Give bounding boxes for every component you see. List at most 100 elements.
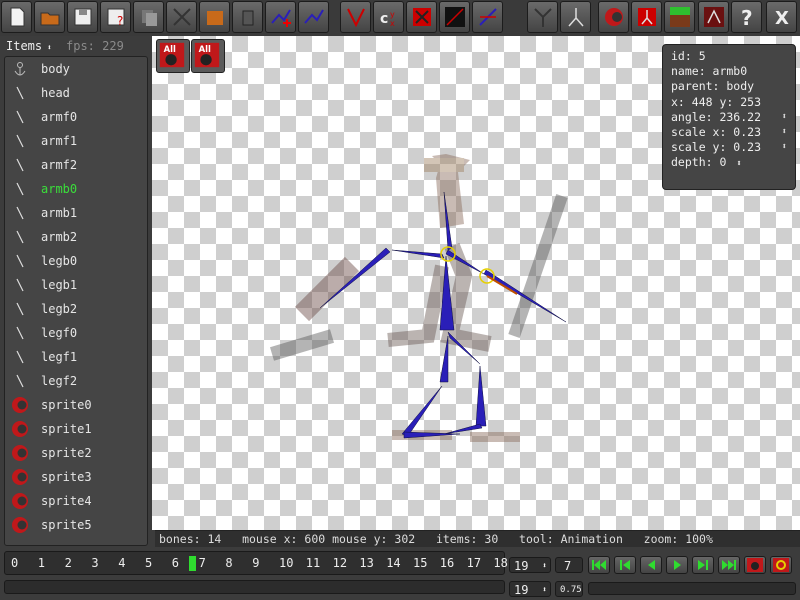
copy-icon[interactable] [133, 1, 164, 33]
open-folder-icon[interactable] [34, 1, 65, 33]
bone-scale-y-field[interactable]: scale y: 0.23 ⬍ [671, 140, 787, 155]
depth-stepper-icon[interactable]: ⬍ [736, 159, 741, 169]
bone-angle-field[interactable]: angle: 236.22 ⬍ [671, 110, 787, 125]
current-frame-field[interactable]: 7 [555, 557, 583, 573]
list-item[interactable]: armf0 [9, 106, 147, 128]
list-item[interactable]: legf2 [9, 370, 147, 392]
save-as-icon[interactable]: ? [100, 1, 131, 33]
list-item[interactable]: armf2 [9, 154, 147, 176]
list-item[interactable]: sprite5 [9, 514, 147, 536]
speed-field[interactable]: 0.75 [555, 581, 583, 597]
character-sprite [269, 154, 568, 442]
timeline[interactable]: 0 1 2 3 4 5 6 7 8 9 10 11 12 13 14 15 16 17 18 [4, 551, 508, 575]
keyframe-toggle-button[interactable] [744, 556, 766, 574]
loop-button[interactable] [770, 556, 792, 574]
close-icon[interactable]: X [766, 1, 797, 33]
timeline-tick: 7 [198, 556, 206, 570]
svg-text:x: x [390, 19, 395, 28]
frame-length-stepper-icon[interactable]: ⬍ [542, 582, 547, 598]
timeline-tick: 13 [359, 556, 374, 570]
first-frame-button[interactable] [588, 556, 610, 574]
timeline-tick: 15 [413, 556, 428, 570]
skeleton-tool-icon[interactable] [560, 1, 591, 33]
add-bone-icon[interactable] [265, 1, 296, 33]
list-item[interactable]: armb2 [9, 226, 147, 248]
help-icon[interactable]: ? [731, 1, 762, 33]
frame-count-stepper-icon[interactable]: ⬍ [542, 558, 547, 574]
save-icon[interactable] [67, 1, 98, 33]
bone-position: x: 448 y: 253 [671, 94, 762, 109]
bone-scale-x: scale x: 0.23 [671, 125, 762, 140]
prev-frame-button[interactable] [640, 556, 662, 574]
timeline-tick: 0 [11, 556, 19, 570]
list-item[interactable]: armf1 [9, 130, 147, 152]
play-icon [674, 560, 681, 570]
status-bar: bones: 14 mouse x: 600 mouse y: 302 item… [155, 530, 800, 547]
bone-chain-icon[interactable] [298, 1, 329, 33]
bone-icon [9, 130, 31, 152]
list-item[interactable]: sprite2 [9, 442, 147, 464]
list-item[interactable]: legb0 [9, 250, 147, 272]
timeline-tick: 16 [439, 556, 455, 570]
bone-icon [9, 106, 31, 128]
list-item[interactable]: sprite4 [9, 490, 147, 512]
new-file-icon[interactable] [1, 1, 32, 33]
list-item[interactable]: sprite0 [9, 394, 147, 416]
fps-readout: fps: 229 [66, 39, 124, 53]
selected-bone[interactable] [486, 275, 518, 295]
list-item[interactable]: legf1 [9, 346, 147, 368]
list-item-label: armf1 [41, 134, 78, 148]
line-tool-icon[interactable] [439, 1, 470, 33]
list-item[interactable]: armb1 [9, 202, 147, 224]
last-frame-button[interactable] [718, 556, 740, 574]
list-item-label: sprite3 [41, 470, 92, 484]
bone-tool-icon[interactable] [166, 1, 197, 33]
timeline-scrollbar[interactable] [4, 580, 505, 594]
scale-y-stepper-icon[interactable]: ⬍ [782, 140, 787, 155]
frame-count-value: 19 [514, 559, 529, 573]
animation-canvas[interactable]: All All id: 5 name: armb0 parent: body x… [152, 36, 800, 530]
current-frame-marker[interactable] [188, 556, 196, 571]
rig-tool-icon[interactable] [631, 1, 662, 33]
ik-tool-icon[interactable] [340, 1, 371, 33]
background-tool-icon[interactable] [664, 1, 695, 33]
list-item[interactable]: sprite3 [9, 466, 147, 488]
bone-parent: parent: body [671, 79, 755, 94]
frame-count-field[interactable]: 19 ⬍ [509, 557, 551, 573]
next-key-button[interactable] [692, 556, 714, 574]
prev-key-button[interactable] [614, 556, 636, 574]
item-list[interactable]: body head armf0 armf1 armf2 armb0 armb1 armb2 le… [4, 56, 148, 546]
list-item-label: legf0 [41, 326, 78, 340]
sprite-icon [9, 490, 31, 512]
items-dropdown[interactable]: Items ⬍ [6, 39, 52, 53]
angle-stepper-icon[interactable]: ⬍ [782, 110, 787, 125]
copy-xy-icon[interactable]: cyx [373, 1, 404, 33]
bone-scale-x-field[interactable]: scale x: 0.23 ⬍ [671, 125, 787, 140]
list-item[interactable]: body [9, 58, 147, 80]
speed-slider[interactable] [588, 582, 796, 595]
list-item-label: head [41, 86, 70, 100]
remove-bone-icon[interactable] [406, 1, 437, 33]
scale-x-stepper-icon[interactable]: ⬍ [782, 125, 787, 140]
list-item-label: sprite4 [41, 494, 92, 508]
sprite-tool-icon[interactable] [598, 1, 629, 33]
bones [319, 191, 567, 439]
animation-tool-icon[interactable] [698, 1, 729, 33]
list-item-label: legb2 [41, 302, 78, 316]
list-item[interactable]: armb0 [9, 178, 147, 200]
list-item[interactable]: legb1 [9, 274, 147, 296]
timeline-tick: 12 [332, 556, 348, 570]
play-button[interactable] [666, 556, 688, 574]
split-tool-icon[interactable] [527, 1, 558, 33]
bone-angle: angle: 236.22 [671, 109, 762, 124]
frame-length-field[interactable]: 19 ⬍ [509, 581, 551, 597]
list-item[interactable]: sprite1 [9, 418, 147, 440]
angle-tool-icon[interactable] [472, 1, 503, 33]
texture-icon[interactable] [199, 1, 230, 33]
delete-icon[interactable] [232, 1, 263, 33]
list-item[interactable]: legb2 [9, 298, 147, 320]
list-item-label: armb1 [41, 206, 78, 220]
list-item[interactable]: legf0 [9, 322, 147, 344]
list-item[interactable]: head [9, 82, 147, 104]
bone-depth-field[interactable]: depth: 0 ⬍ [671, 155, 787, 172]
